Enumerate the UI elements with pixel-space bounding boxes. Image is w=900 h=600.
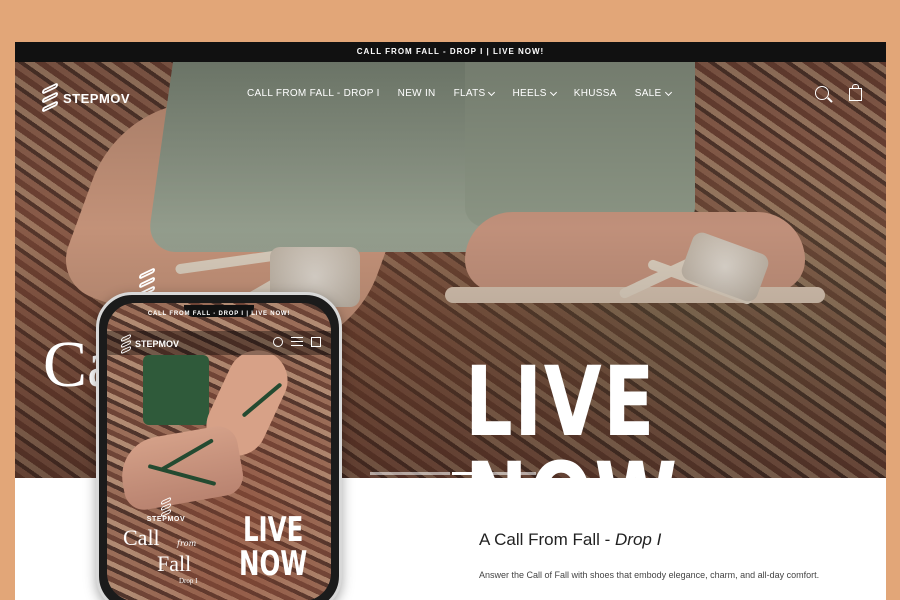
- hero-headline: LIVE NOW: [465, 346, 677, 478]
- stepmov-logo-icon: [119, 333, 133, 355]
- phone-brand-name: STEPMOV: [146, 516, 186, 523]
- chevron-down-icon: [488, 88, 496, 96]
- collection-intro: A Call From Fall - Drop I Answer the Cal…: [479, 530, 849, 584]
- phone-drop-text: Drop I: [179, 577, 198, 585]
- phone-announcement: CALL FROM FALL - DROP I | LIVE NOW!: [147, 311, 291, 317]
- phone-header: STEPMOV: [107, 331, 331, 355]
- slider-dot[interactable]: [370, 472, 450, 475]
- phone-image-dress: [143, 355, 209, 425]
- collection-title-text: A Call From Fall -: [479, 530, 616, 549]
- stepmov-logo-icon: [159, 496, 173, 518]
- hamburger-menu-icon: [291, 337, 303, 346]
- phone-now-text: NOW: [239, 544, 308, 584]
- nav-label: CALL FROM FALL - DROP I: [247, 88, 380, 99]
- slider-indicators: [370, 472, 536, 475]
- nav-item-heels[interactable]: HEELS: [512, 88, 557, 99]
- search-icon[interactable]: [815, 86, 829, 100]
- phone-header-icons: [273, 337, 321, 347]
- nav-label: KHUSSA: [573, 88, 617, 99]
- slider-dot[interactable]: [476, 472, 536, 475]
- phone-brand-block: STEPMOV: [131, 496, 201, 523]
- collection-title: A Call From Fall - Drop I: [479, 530, 849, 550]
- slider-dot-active[interactable]: [452, 472, 474, 475]
- nav-label: SALE: [634, 88, 662, 99]
- nav-label: HEELS: [512, 88, 547, 99]
- chevron-down-icon: [664, 88, 672, 96]
- nav-item-khussa[interactable]: KHUSSA: [574, 88, 617, 99]
- phone-logo-text: STEPMOV: [135, 339, 180, 349]
- logo-text: STEPMOV: [63, 90, 131, 106]
- site-header: STEPMOV CALL FROM FALL - DROP I NEW IN F…: [15, 62, 886, 130]
- nav-item-flats[interactable]: FLATS: [453, 88, 496, 99]
- nav-item-sale[interactable]: SALE: [634, 88, 672, 99]
- chevron-down-icon: [549, 88, 557, 96]
- bag-icon[interactable]: [849, 84, 862, 101]
- phone-from-text: from: [177, 539, 197, 548]
- phone-live-now: LIVE NOW: [239, 513, 307, 581]
- nav-item-call-from-fall[interactable]: CALL FROM FALL - DROP I: [247, 88, 380, 99]
- nav-label: NEW IN: [397, 88, 436, 99]
- stepmov-logo-icon: [39, 82, 61, 113]
- phone-call-text: Call: [123, 525, 160, 550]
- phone-fall-text: Fall: [157, 551, 192, 576]
- phone-screen: CALL FROM FALL - DROP I | LIVE NOW! STEP…: [107, 303, 331, 600]
- announcement-bar[interactable]: CALL FROM FALL - DROP I | LIVE NOW!: [15, 42, 886, 62]
- collection-description: Answer the Call of Fall with shoes that …: [479, 570, 820, 580]
- phone-logo: STEPMOV: [119, 333, 180, 355]
- phone-mockup: CALL FROM FALL - DROP I | LIVE NOW! STEP…: [96, 292, 342, 600]
- header-icons: [815, 84, 862, 101]
- nav-label: FLATS: [453, 88, 486, 99]
- nav-item-new-in[interactable]: NEW IN: [398, 88, 436, 99]
- bag-icon: [311, 337, 321, 347]
- phone-live-text: LIVE: [242, 510, 304, 550]
- site-logo[interactable]: STEPMOV: [39, 82, 131, 113]
- search-icon: [273, 337, 283, 347]
- main-nav: CALL FROM FALL - DROP I NEW IN FLATS HEE…: [247, 88, 672, 99]
- collection-title-italic: Drop I: [615, 530, 662, 549]
